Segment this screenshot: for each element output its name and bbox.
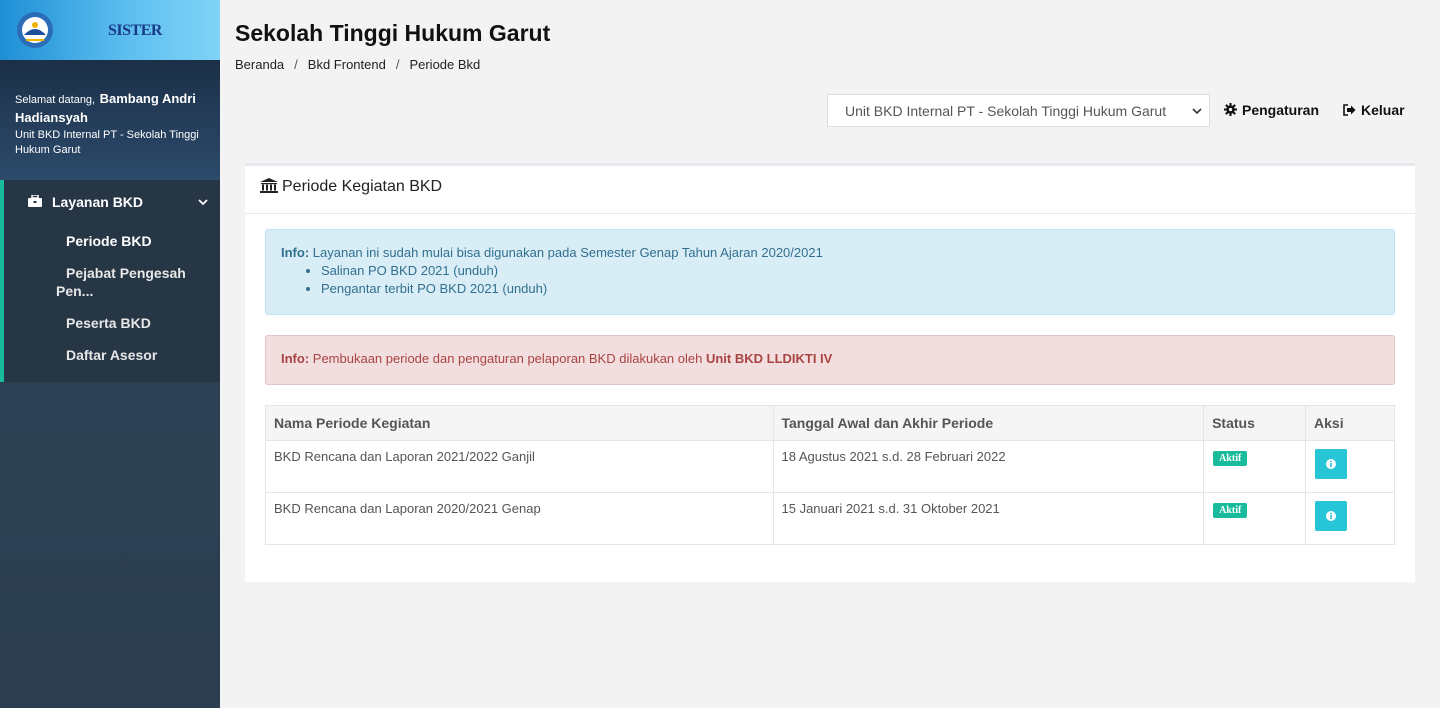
cell-aksi (1305, 440, 1395, 493)
cell-status: Aktif (1203, 492, 1307, 545)
table-row: BKD Rencana dan Laporan 2021/2022 Ganjil… (265, 440, 1395, 493)
info-alert-text: Layanan ini sudah mulai bisa digunakan p… (312, 245, 823, 260)
welcome-text: Selamat datang, (15, 94, 96, 106)
sidebar: SISTER Selamat datang, Bambang Andri Had… (0, 0, 220, 708)
column-header-aksi: Aksi (1305, 405, 1395, 441)
info-alert-line: Info: Layanan ini sudah mulai bisa digun… (281, 244, 1379, 262)
unit-select-value: Unit BKD Internal PT - Sekolah Tinggi Hu… (845, 103, 1167, 119)
sidebar-item-label-line1: Pejabat Pengesah (66, 265, 186, 281)
column-header-nama: Nama Periode Kegiatan (265, 405, 774, 441)
table-header-row: Nama Periode Kegiatan Tanggal Awal dan A… (265, 405, 1395, 441)
kemendikbud-logo (17, 12, 53, 48)
unit-select[interactable]: Unit BKD Internal PT - Sekolah Tinggi Hu… (827, 94, 1210, 127)
info-icon (1326, 459, 1337, 469)
breadcrumb: Beranda / Bkd Frontend / Periode Bkd (235, 57, 480, 72)
table-row: BKD Rencana dan Laporan 2020/2021 Genap … (265, 492, 1395, 545)
profile-panel: Selamat datang, Bambang Andri Hadiansyah… (0, 60, 220, 180)
warning-alert-text: Pembukaan periode dan pengaturan pelapor… (312, 351, 703, 366)
sign-out-icon (1343, 104, 1356, 116)
warning-alert-emphasis: Unit BKD LLDIKTI IV (705, 351, 833, 366)
breadcrumb-separator: / (294, 57, 298, 72)
cell-status: Aktif (1203, 440, 1307, 493)
detail-button[interactable] (1315, 501, 1348, 531)
bank-icon (260, 178, 278, 193)
cell-nama: BKD Rencana dan Laporan 2021/2022 Ganjil (265, 440, 774, 493)
panel-title: Periode Kegiatan BKD (282, 178, 443, 195)
menu-group-label: Layanan BKD (52, 194, 144, 210)
periode-table: Nama Periode Kegiatan Tanggal Awal dan A… (265, 405, 1395, 545)
info-alert: Info: Layanan ini sudah mulai bisa digun… (265, 229, 1395, 315)
cell-nama: BKD Rencana dan Laporan 2020/2021 Genap (265, 492, 774, 545)
welcome-line: Selamat datang, Bambang Andri Hadiansyah (15, 90, 205, 127)
sidebar-item-label-line2: Pen... (56, 283, 94, 299)
briefcase-icon (28, 195, 42, 207)
sidebar-item-peserta-bkd[interactable]: Peserta BKD (66, 314, 206, 332)
status-badge: Aktif (1213, 503, 1248, 518)
breadcrumb-beranda[interactable]: Beranda (235, 57, 284, 72)
sidebar-item-daftar-asesor[interactable]: Daftar Asesor (66, 346, 206, 364)
settings-button[interactable]: Pengaturan (1224, 102, 1319, 118)
breadcrumb-bkd-frontend[interactable]: Bkd Frontend (308, 57, 386, 72)
sidebar-item-pejabat-pengesah[interactable]: Pejabat Pengesah Pen... (56, 264, 196, 300)
page-title: Sekolah Tinggi Hukum Garut (235, 20, 551, 46)
chevron-down-icon (1192, 108, 1202, 115)
periode-panel: Periode Kegiatan BKD Info: Layanan ini s… (245, 163, 1415, 582)
settings-label: Pengaturan (1242, 102, 1320, 118)
cell-tanggal: 18 Agustus 2021 s.d. 28 Februari 2022 (772, 440, 1205, 493)
warning-alert: Info: Pembukaan periode dan pengaturan p… (265, 335, 1395, 385)
logout-label: Keluar (1361, 102, 1405, 118)
sidebar-item-periode-bkd[interactable]: Periode BKD (66, 232, 206, 250)
brand-header[interactable]: SISTER (0, 0, 220, 60)
breadcrumb-separator: / (395, 57, 400, 72)
info-alert-links: Salinan PO BKD 2021 (unduh) Pengantar te… (321, 262, 1379, 298)
menu-group-layanan-bkd[interactable]: Layanan BKD (28, 194, 208, 210)
warning-alert-label: Info: (281, 351, 310, 366)
brand-title: SISTER (108, 22, 162, 39)
download-link-pengantar[interactable]: Pengantar terbit PO BKD 2021 (unduh) (321, 280, 1379, 298)
cell-tanggal: 15 Januari 2021 s.d. 31 Oktober 2021 (772, 492, 1205, 545)
column-header-tanggal: Tanggal Awal dan Akhir Periode (772, 405, 1205, 441)
detail-button[interactable] (1315, 449, 1348, 479)
status-badge: Aktif (1213, 451, 1248, 466)
breadcrumb-current: Periode Bkd (409, 57, 481, 72)
logout-button[interactable]: Keluar (1343, 102, 1405, 118)
panel-header: Periode Kegiatan BKD (245, 166, 1415, 214)
info-alert-label: Info: (281, 245, 310, 260)
info-icon (1326, 511, 1337, 521)
chevron-down-icon (198, 199, 208, 206)
column-header-status: Status (1203, 405, 1307, 441)
sidebar-menu: Layanan BKD Periode BKD Pejabat Pengesah… (0, 180, 220, 382)
user-unit: Unit BKD Internal PT - Sekolah Tinggi Hu… (15, 129, 199, 156)
download-link-salinan[interactable]: Salinan PO BKD 2021 (unduh) (321, 262, 1379, 280)
cell-aksi (1305, 492, 1395, 545)
gear-icon (1224, 103, 1237, 116)
